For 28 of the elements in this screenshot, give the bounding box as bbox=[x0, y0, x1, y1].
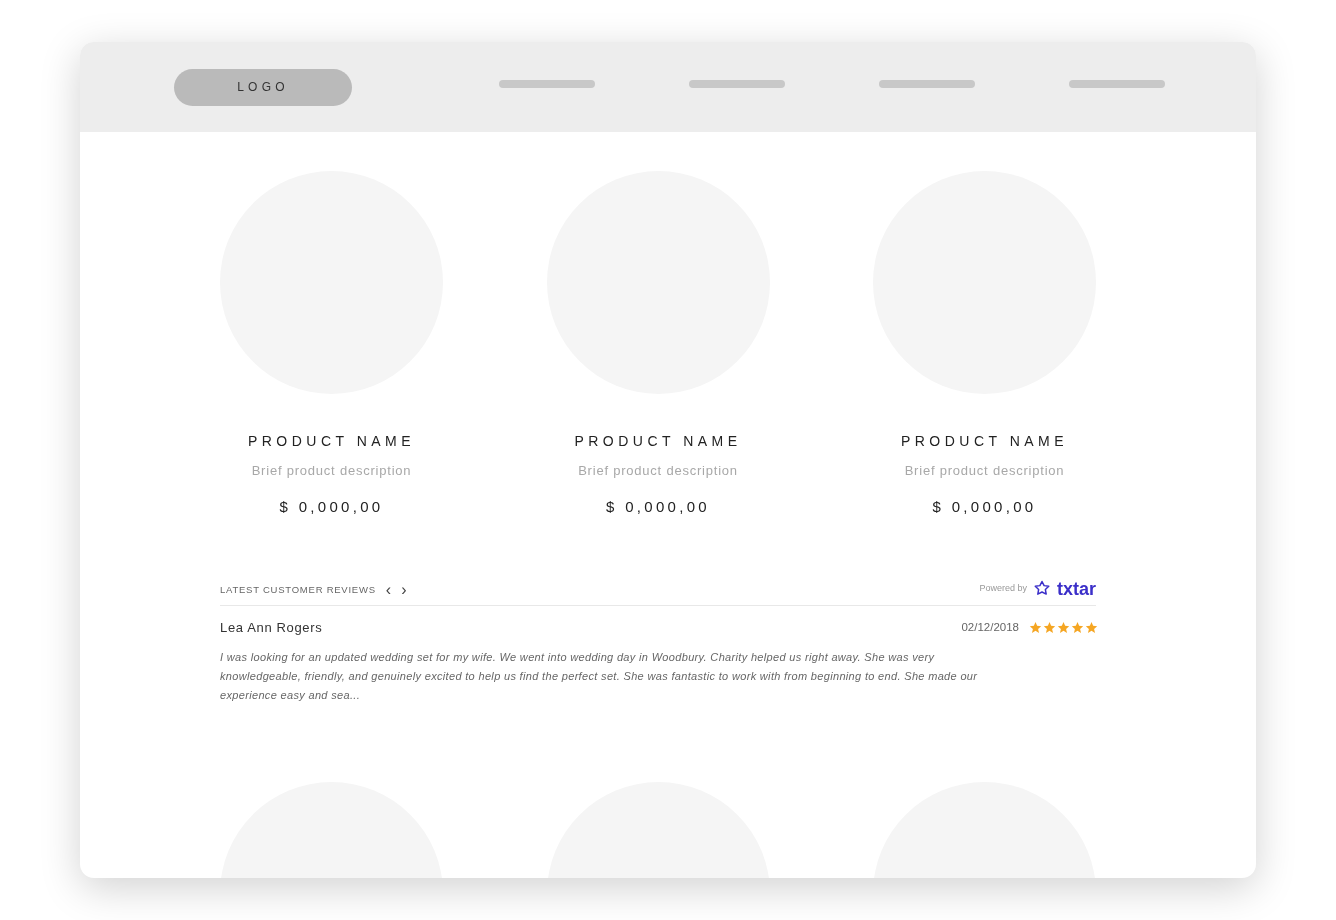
star-icon bbox=[1085, 621, 1098, 635]
review-text: I was looking for an updated wedding set for my wife. We went into wedding day in Woodbury. Charity helped us right away. She was very knowledgeable, friendly, and genuinely excited to help us find the perfect set. She was fantastic to work with from beginning to end. She made our experience easy and sea... bbox=[220, 649, 979, 703]
next-button[interactable]: › bbox=[401, 582, 407, 598]
product-price: $ 0,000,00 bbox=[279, 496, 384, 517]
star-icon bbox=[1043, 621, 1056, 635]
star-speech-icon bbox=[1033, 580, 1051, 598]
product-description: Brief product description bbox=[904, 462, 1065, 480]
product-name: PRODUCT NAME bbox=[247, 432, 416, 451]
product-price: $ 0,000,00 bbox=[932, 496, 1037, 517]
powered-by-label: Powered by bbox=[979, 582, 1027, 596]
product-description: Brief product description bbox=[578, 462, 738, 480]
review-date: 02/12/2018 bbox=[961, 620, 1019, 636]
product-price: $ 0,000,00 bbox=[606, 496, 710, 517]
brand-name: txtar bbox=[1057, 580, 1096, 598]
product-name: PRODUCT NAME bbox=[900, 432, 1069, 451]
logo[interactable]: LOGO bbox=[174, 68, 352, 106]
previous-button[interactable]: ‹ bbox=[385, 582, 392, 598]
section-title: LATEST CUSTOMER REVIEWS bbox=[220, 582, 376, 597]
nav-placeholder[interactable] bbox=[689, 80, 785, 88]
star-icon bbox=[1071, 621, 1084, 635]
nav-placeholder[interactable] bbox=[879, 80, 975, 88]
nav-placeholder[interactable] bbox=[1069, 80, 1165, 88]
star-icon bbox=[1057, 621, 1070, 635]
product-name: PRODUCT NAME bbox=[574, 432, 742, 451]
star-icon bbox=[1029, 621, 1042, 635]
nav-placeholder[interactable] bbox=[499, 80, 595, 88]
reviewer-name: Lea Ann Rogers bbox=[220, 619, 323, 637]
product-description: Brief product description bbox=[251, 462, 412, 480]
